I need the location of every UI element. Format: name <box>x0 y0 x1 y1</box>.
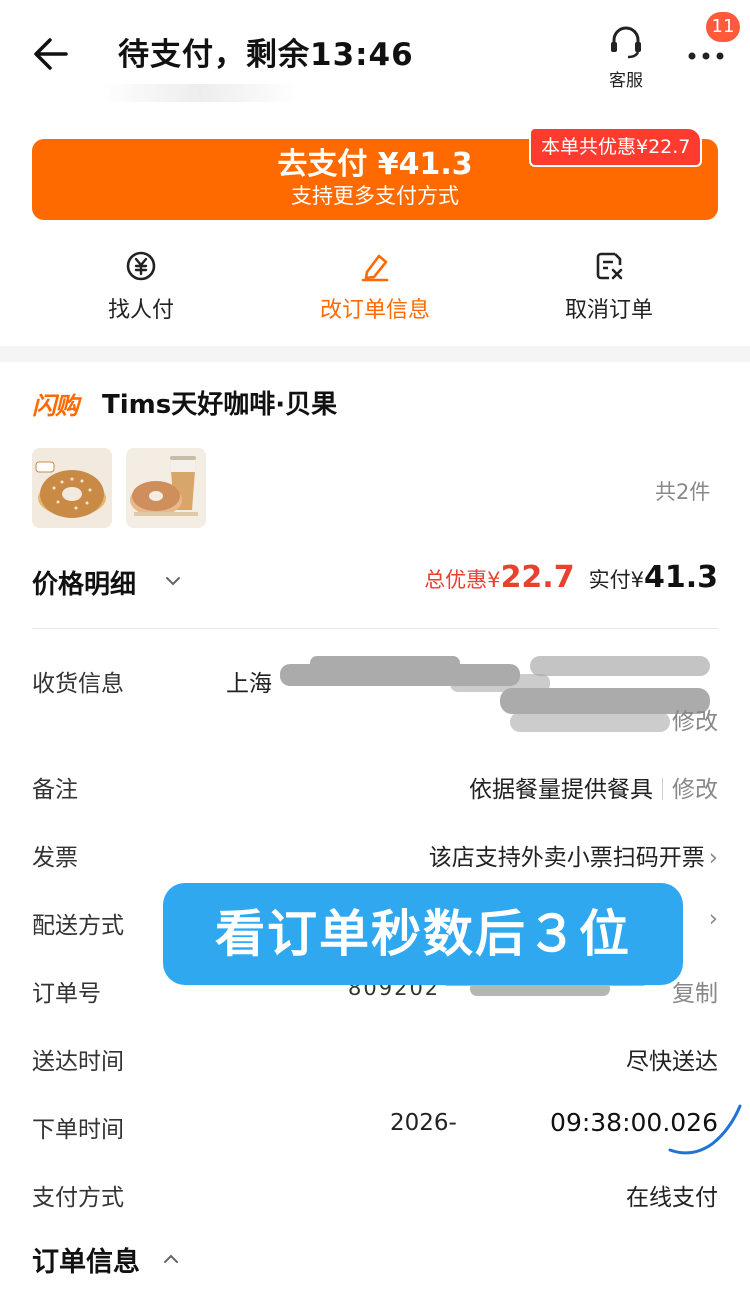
product-thumbnail-coffee[interactable] <box>126 448 206 528</box>
address-redaction-scribble <box>280 656 710 732</box>
cancel-order-button[interactable]: 取消订单 <box>524 250 694 324</box>
paid-amount: 41.3 <box>643 560 718 595</box>
remark-value: 依据餐量提供餐具 <box>469 777 653 803</box>
copy-order-link[interactable]: 复制 <box>672 974 718 1008</box>
bagel-image <box>32 448 112 528</box>
chevron-up-icon[interactable] <box>162 1250 180 1268</box>
customer-service-button[interactable]: 客服 <box>596 24 656 91</box>
delivery-method-label: 配送方式 <box>32 913 124 939</box>
total-discount-tag: 本单共优惠¥22.7 <box>529 127 703 167</box>
store-name[interactable]: Tims天好咖啡·贝果 <box>102 384 337 421</box>
blurred-header-text <box>100 84 300 102</box>
address-edit-link[interactable]: 修改 <box>672 702 718 736</box>
customer-service-label: 客服 <box>609 71 643 91</box>
invoice-label: 发票 <box>32 845 78 871</box>
chevron-right-icon[interactable]: › <box>709 906 718 932</box>
copy-order-label[interactable]: 复制 <box>672 981 718 1007</box>
delivery-time-label: 送达时间 <box>32 1049 124 1075</box>
remark-edit-link[interactable]: 修改 <box>672 777 718 803</box>
ask-someone-pay-label: 找人付 <box>107 298 174 323</box>
separator <box>662 778 663 800</box>
address-label: 收货信息 <box>32 671 124 697</box>
order-no-label: 订单号 <box>32 981 101 1007</box>
edit-order-label: 改订单信息 <box>319 298 430 323</box>
discount-label: 总优惠¥ <box>424 568 501 592</box>
payment-method-label: 支付方式 <box>32 1185 124 1211</box>
order-time-date: 2026- <box>390 1110 457 1136</box>
price-summary: 总优惠¥22.7 实付¥41.3 <box>424 560 718 595</box>
edit-icon <box>361 254 389 282</box>
discount-amount: 22.7 <box>500 560 575 595</box>
section-divider <box>0 346 750 362</box>
notification-badge: 11 <box>706 12 740 42</box>
yuan-share-icon <box>126 251 156 281</box>
chevron-down-icon[interactable] <box>164 572 182 590</box>
cancel-order-icon <box>596 252 623 280</box>
address-value: 上海 <box>226 671 272 697</box>
ask-someone-pay-button[interactable]: 找人付 <box>56 250 226 324</box>
page-title: 待支付，剩余13:46 <box>118 37 414 73</box>
back-button[interactable] <box>30 34 74 74</box>
address-edit-label[interactable]: 修改 <box>672 709 718 735</box>
delivery-time-value: 尽快送达 <box>626 1049 718 1075</box>
back-arrow-icon <box>34 38 68 70</box>
remark-label: 备注 <box>32 777 78 803</box>
headset-icon <box>611 26 641 59</box>
delivery-method-row[interactable]: › <box>705 906 718 932</box>
chevron-right-icon[interactable]: › <box>709 845 718 871</box>
item-count[interactable]: 共2件 <box>655 476 710 506</box>
annotation-overlay: 看订单秒数后３位 <box>163 883 683 985</box>
coffee-bagel-image <box>126 448 206 528</box>
edit-order-button[interactable]: 改订单信息 <box>290 250 460 324</box>
price-detail-toggle[interactable]: 价格明细 <box>32 564 136 601</box>
order-info-toggle[interactable]: 订单信息 <box>32 1240 140 1279</box>
handwritten-underline-mark <box>668 1104 742 1155</box>
payment-method-value: 在线支付 <box>626 1185 718 1211</box>
product-thumbnail-bagel[interactable] <box>32 448 112 528</box>
paid-label: 实付¥ <box>588 568 644 592</box>
pay-methods-label: 支持更多支付方式 <box>291 184 459 208</box>
divider-line <box>32 628 718 629</box>
invoice-value: 该店支持外卖小票扫码开票 <box>428 845 705 871</box>
invoice-row[interactable]: 该店支持外卖小票扫码开票 › <box>429 838 718 872</box>
cancel-order-label: 取消订单 <box>564 298 653 323</box>
order-time-label: 下单时间 <box>32 1117 124 1143</box>
flash-buy-logo: 闪购 <box>32 392 79 420</box>
remark-row-value: 依据餐量提供餐具 修改 <box>469 770 718 804</box>
